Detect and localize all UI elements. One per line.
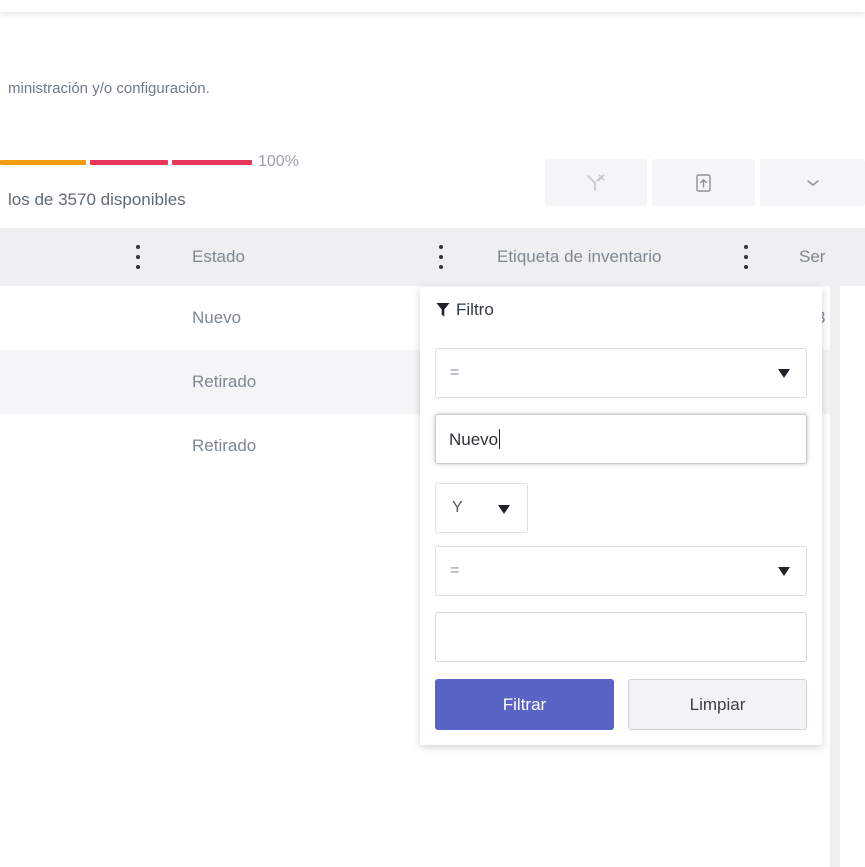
chevron-down-icon [806,179,819,186]
column-header-estado[interactable]: Estado [192,247,245,267]
column-menu-icon[interactable] [437,243,445,271]
cell-estado: Nuevo [192,308,242,327]
filter-icon [436,303,450,317]
progress-segment-orange [0,159,86,165]
clear-filter-button[interactable]: Limpiar [628,679,807,730]
cell-estado: Retirado [192,372,257,391]
filter-title-label: Filtro [456,300,494,319]
filter-off-icon [587,173,605,191]
filter-value-input-2[interactable] [435,612,807,662]
more-options-button[interactable] [760,159,865,206]
apply-filter-button[interactable]: Filtrar [435,679,614,730]
operator-select-2[interactable]: = [435,546,807,596]
operator-select-1[interactable]: = [435,348,807,398]
caret-down-icon [778,369,790,378]
progress-segment-red [172,159,252,165]
vertical-scrollbar[interactable] [830,286,840,867]
filter-value-input-1[interactable]: Nuevo [435,414,807,464]
filter-title: Filtro [436,300,494,320]
filter-popup: Filtro = Nuevo Y = Filtrar Limpiar [420,287,822,745]
operator-value: = [450,562,460,579]
usage-progress: 100% [0,152,299,172]
availability-text: los de 3570 disponibles [8,190,186,209]
caret-down-icon [778,567,790,576]
column-menu-icon[interactable] [742,243,750,271]
page-description: ministración y/o configuración. [8,80,210,97]
clear-filters-button[interactable] [545,159,647,206]
column-header-etiqueta[interactable]: Etiqueta de inventario [497,247,661,267]
operator-value: = [450,364,460,381]
filter-input-value: Nuevo [449,429,501,449]
top-bar [0,0,865,12]
progress-percent: 100% [258,153,299,170]
caret-down-icon [498,505,510,514]
column-header-serial[interactable]: Ser [799,247,825,267]
column-menu-icon[interactable] [134,243,142,271]
logic-value: Y [452,499,463,516]
logic-select[interactable]: Y [435,483,528,533]
table-header: Estado Etiqueta de inventario Ser [0,228,865,286]
export-file-icon [695,173,711,192]
progress-segment-red [90,159,168,165]
export-button[interactable] [652,159,755,206]
cell-estado: Retirado [192,436,257,455]
